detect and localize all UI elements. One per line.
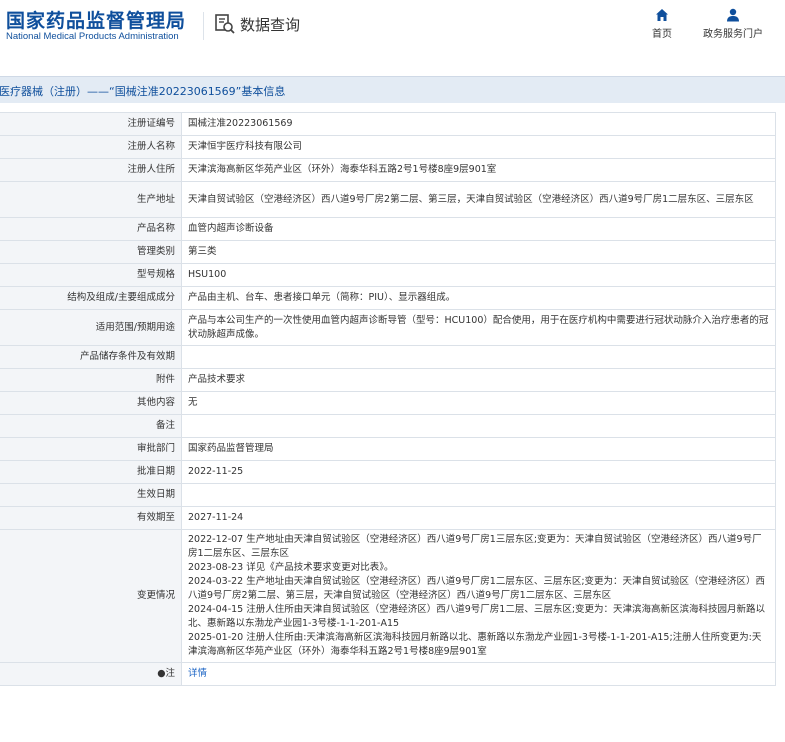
field-value: 无 (181, 391, 776, 415)
table-row: 结构及组成/主要组成成分 产品由主机、台车、患者接口单元（简称：PIU）、显示器组… (0, 286, 776, 310)
change-history: 2022-12-07 生产地址由天津自贸试验区（空港经济区）西八道9号厂房1三层… (181, 529, 776, 663)
device-info-table: 注册证编号 国械注准20223061569 注册人名称 天津恒宇医疗科技有限公司 注册人… (0, 112, 776, 686)
change-entry: 2023-08-23 详见《产品技术要求变更对比表》。 (188, 562, 394, 573)
header-divider (203, 12, 204, 40)
table-row: 备注 (0, 414, 776, 438)
field-value: 天津自贸试验区（空港经济区）西八道9号厂房2第二层、第三层，天津自贸试验区（空港… (181, 181, 776, 218)
field-label: 注册人住所 (0, 158, 182, 182)
table-row: 审批部门 国家药品监督管理局 (0, 437, 776, 461)
field-value: 血管内超声诊断设备 (181, 217, 776, 241)
breadcrumb: 医疗器械（注册）——“国械注准20223061569”基本信息 (0, 85, 286, 98)
field-label: 型号规格 (0, 263, 182, 287)
table-row: 注册证编号 国械注准20223061569 (0, 112, 776, 136)
field-label: 生产地址 (0, 181, 182, 218)
field-label: 附件 (0, 368, 182, 392)
field-value: 产品由主机、台车、患者接口单元（简称：PIU）、显示器组成。 (181, 286, 776, 310)
logo-english[interactable]: National Medical Products Administration (6, 31, 179, 42)
field-label: 生效日期 (0, 483, 182, 507)
change-entry: 2024-04-15 注册人住所由天津自贸试验区（空港经济区）西八道9号厂房1二… (188, 604, 766, 629)
field-value: 2027-11-24 (181, 506, 776, 530)
field-value: 产品与本公司生产的一次性使用血管内超声诊断导管（型号：HCU100）配合使用，用… (181, 309, 776, 346)
field-value: 国械注准20223061569 (181, 112, 776, 136)
field-label: 其他内容 (0, 391, 182, 415)
note-label: ●注 (0, 662, 182, 686)
field-label: 批准日期 (0, 460, 182, 484)
field-label: 审批部门 (0, 437, 182, 461)
table-row: 其他内容无 (0, 391, 776, 415)
field-label: 结构及组成/主要组成成分 (0, 286, 182, 310)
query-title-text: 数据查询 (240, 15, 301, 34)
field-label: 变更情况 (0, 529, 182, 663)
field-value: 产品技术要求 (181, 368, 776, 392)
field-value (181, 414, 776, 438)
field-value: 天津滨海高新区华苑产业区（环外）海泰华科五路2号1号楼8座9层901室 (181, 158, 776, 182)
field-label: 产品储存条件及有效期 (0, 345, 182, 369)
field-value: 第三类 (181, 240, 776, 264)
logo-chinese[interactable]: 国家药品监督管理局 (6, 6, 186, 33)
field-value (181, 345, 776, 369)
table-row: 管理类别 第三类 (0, 240, 776, 264)
field-value (181, 483, 776, 507)
change-entry: 2024-03-22 生产地址由天津自贸试验区（空港经济区）西八道9号厂房1二层… (188, 576, 766, 601)
nav-home-label: 首页 (652, 29, 672, 40)
field-value: 天津恒宇医疗科技有限公司 (181, 135, 776, 159)
field-value: 国家药品监督管理局 (181, 437, 776, 461)
field-label: 适用范围/预期用途 (0, 309, 182, 346)
note-value: 详情 (181, 662, 776, 686)
data-query-title: 数据查询 (214, 10, 300, 38)
nav-service-portal[interactable]: 政务服务门户 (698, 8, 768, 40)
table-row: 批准日期 2022-11-25 (0, 460, 776, 484)
table-row: 生产地址 天津自贸试验区（空港经济区）西八道9号厂房2第二层、第三层，天津自贸试验… (0, 181, 776, 218)
table-row: 适用范围/预期用途 产品与本公司生产的一次性使用血管内超声诊断导管（型号：HCU1… (0, 309, 776, 346)
table-row: 注册人名称 天津恒宇医疗科技有限公司 (0, 135, 776, 159)
field-label: 产品名称 (0, 217, 182, 241)
details-link[interactable]: 详情 (188, 668, 207, 679)
field-label: 备注 (0, 414, 182, 438)
breadcrumb-bar: 医疗器械（注册）——“国械注准20223061569”基本信息 (0, 76, 785, 103)
table-row-note: ●注 详情 (0, 662, 776, 686)
home-icon (656, 9, 668, 21)
field-value: HSU100 (181, 263, 776, 287)
field-label: 管理类别 (0, 240, 182, 264)
table-row: 生效日期 (0, 483, 776, 507)
user-icon (727, 8, 739, 22)
field-value: 2022-11-25 (181, 460, 776, 484)
change-entry: 2025-01-20 注册人住所由:天津滨海高新区滨海科技园月新路以北、惠新路以… (188, 632, 762, 657)
field-label: 注册证编号 (0, 112, 182, 136)
table-row: 产品名称 血管内超声诊断设备 (0, 217, 776, 241)
nav-home[interactable]: 首页 (627, 8, 697, 40)
change-entry: 2022-12-07 生产地址由天津自贸试验区（空港经济区）西八道9号厂房1三层… (188, 534, 762, 559)
search-document-icon (215, 14, 235, 34)
nav-service-portal-label: 政务服务门户 (703, 29, 763, 40)
table-row: 产品储存条件及有效期 (0, 345, 776, 369)
table-row: 型号规格 HSU100 (0, 263, 776, 287)
table-row: 附件 产品技术要求 (0, 368, 776, 392)
table-row-changes: 变更情况 2022-12-07 生产地址由天津自贸试验区（空港经济区）西八道9号厂… (0, 529, 776, 663)
site-header: 国家药品监督管理局 National Medical Products Admi… (0, 0, 785, 76)
field-label: 有效期至 (0, 506, 182, 530)
table-row: 注册人住所 天津滨海高新区华苑产业区（环外）海泰华科五路2号1号楼8座9层901室 (0, 158, 776, 182)
table-row: 有效期至 2027-11-24 (0, 506, 776, 530)
field-label: 注册人名称 (0, 135, 182, 159)
